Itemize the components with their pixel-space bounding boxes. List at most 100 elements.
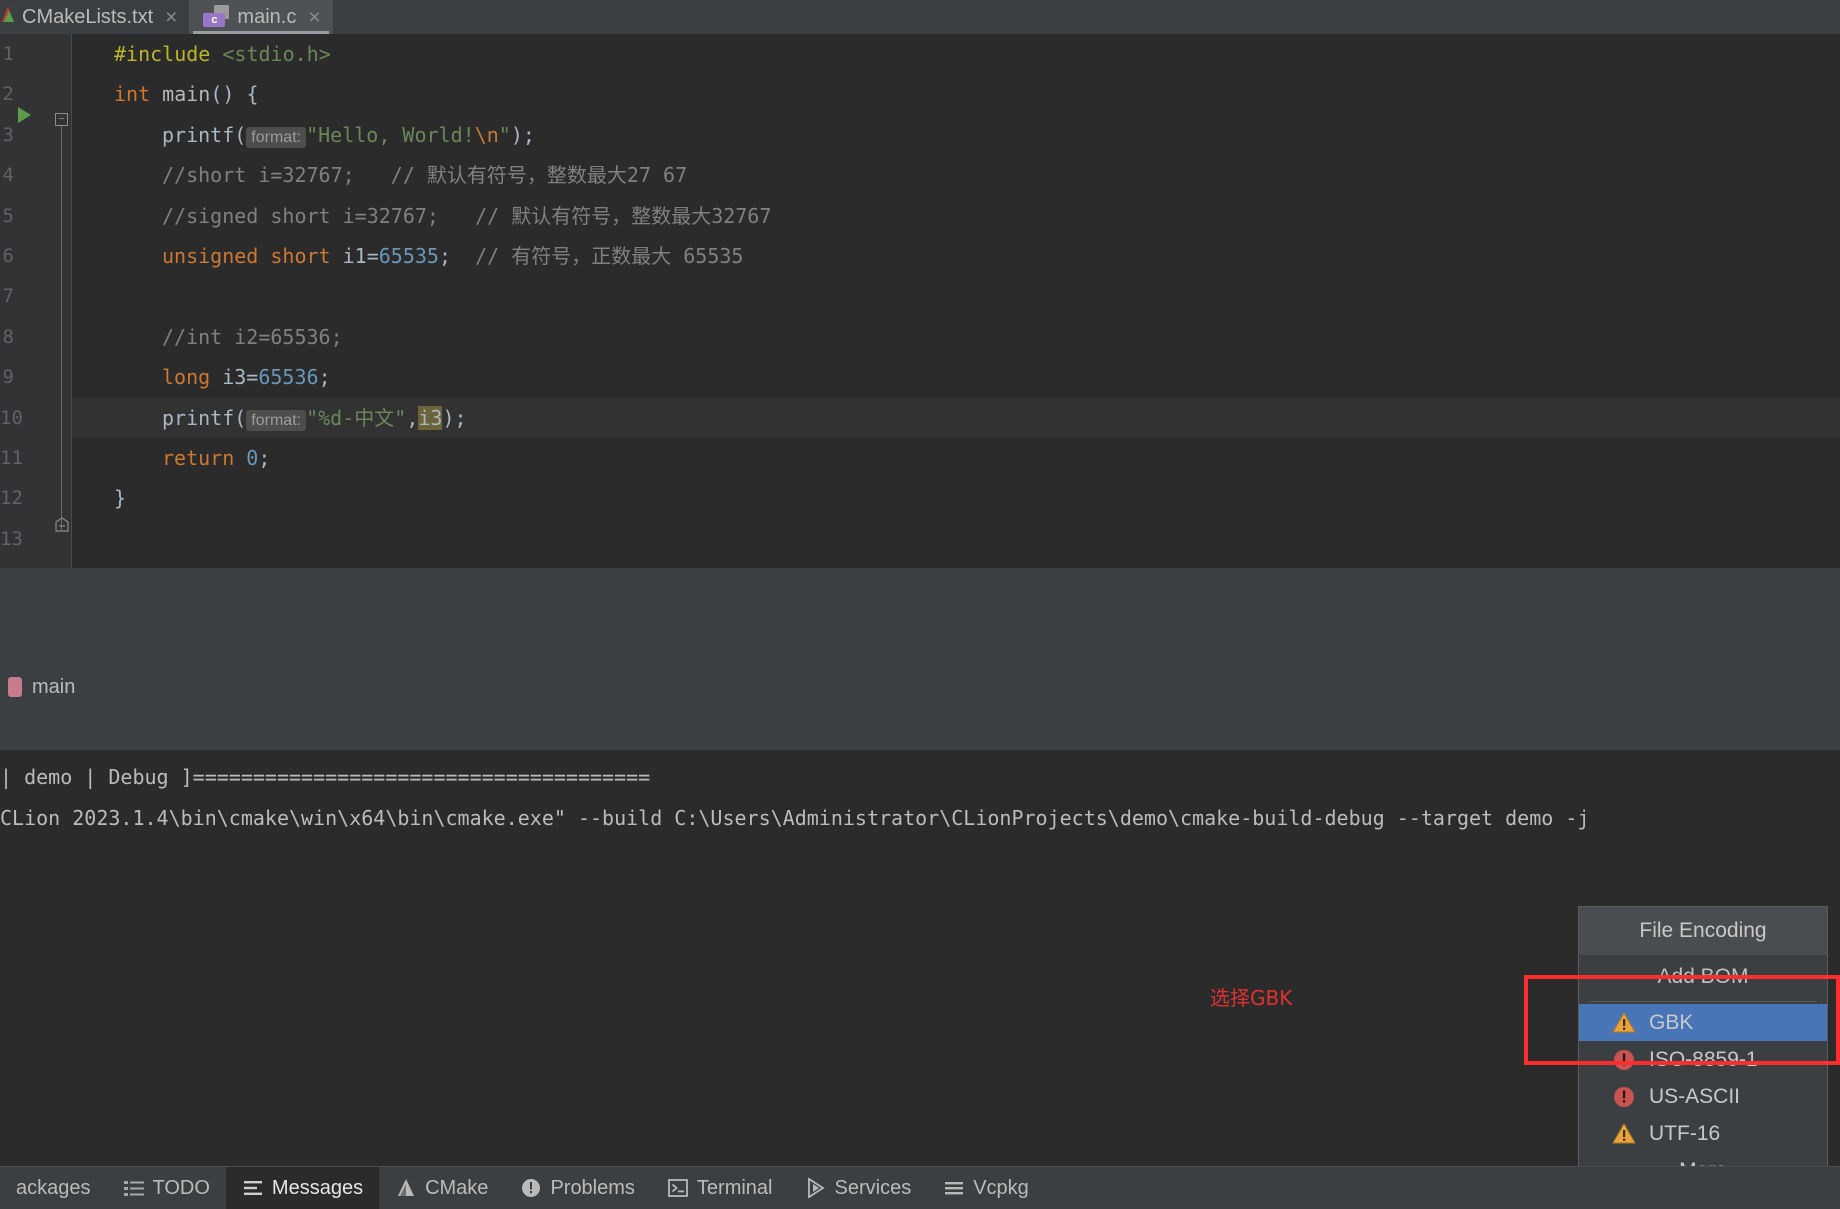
tool-tab-cmake[interactable]: CMake <box>379 1167 504 1209</box>
code-token: //int i2=65536; <box>162 324 343 349</box>
terminal-icon <box>667 1177 689 1199</box>
menu-item-gbk[interactable]: GBK <box>1579 1004 1827 1041</box>
fold-end-icon[interactable] <box>55 517 69 532</box>
tool-tab-terminal[interactable]: Terminal <box>651 1167 789 1209</box>
services-play-icon <box>805 1177 827 1199</box>
tool-label: TODO <box>152 1176 210 1199</box>
code-line[interactable]: return 0; <box>72 438 1840 478</box>
line-number: 3 <box>2 123 14 146</box>
line-number: 11 <box>0 446 23 469</box>
code-line[interactable]: #include <stdio.h> <box>72 34 1840 74</box>
code-token: long <box>162 365 211 390</box>
close-icon[interactable]: × <box>165 7 177 28</box>
problems-circle-icon <box>520 1177 542 1199</box>
run-arrow-icon[interactable] <box>18 107 31 123</box>
code-token: 65535 <box>378 243 439 268</box>
fold-collapse-icon[interactable]: − <box>55 113 68 126</box>
code-line[interactable]: //int i2=65536; <box>72 317 1840 357</box>
close-icon[interactable]: × <box>308 7 320 28</box>
line-number: 12 <box>0 487 23 510</box>
tool-tab-todo[interactable]: TODO <box>107 1167 226 1209</box>
code-content[interactable]: #include <stdio.h> int main() {printf(for… <box>72 34 1840 568</box>
code-token: unsigned short <box>162 243 331 268</box>
code-token: #include <box>114 42 211 66</box>
cmake-file-icon <box>0 4 16 24</box>
code-token: i1= <box>330 243 379 268</box>
file-encoding-popup[interactable]: File Encoding Add BOM GBK ISO-8859-1 US-… <box>1578 906 1828 1190</box>
code-token: \n <box>474 122 499 147</box>
line-number: 2 <box>2 83 14 106</box>
warning-triangle-icon <box>1611 1121 1637 1147</box>
menu-separator <box>1589 1001 1817 1002</box>
line-number: 8 <box>2 325 14 348</box>
line-number: 10 <box>0 406 23 429</box>
add-bom-item[interactable]: Add BOM <box>1579 955 1827 999</box>
code-token: // 有符号，正数最大 65535 <box>451 243 744 268</box>
code-token: ); <box>442 405 467 430</box>
code-token: 65536 <box>258 365 319 390</box>
code-token: //short i=32767; // 默认有符号，整数最大27 67 <box>162 163 688 188</box>
line-number-column: 1 2 3 4 5 6 7 8 9 10 11 12 13 <box>0 34 23 559</box>
tab-label: main.c <box>237 5 297 28</box>
menu-item-us-ascii[interactable]: US-ASCII <box>1579 1078 1827 1115</box>
function-marker-icon <box>8 677 22 697</box>
tool-label: Problems <box>550 1176 635 1199</box>
tool-tab-problems[interactable]: Problems <box>504 1167 650 1209</box>
cmake-triangle-icon <box>395 1177 417 1199</box>
line-number: 6 <box>2 244 14 267</box>
breadcrumb[interactable]: main <box>0 668 1840 706</box>
code-token: ; <box>318 365 331 390</box>
code-line[interactable]: unsigned short i1=65535; // 有符号，正数最大 655… <box>72 236 1840 276</box>
console-line-2: CLion 2023.1.4\bin\cmake\win\x64\bin\cma… <box>0 806 1590 830</box>
line-number: 7 <box>2 285 14 308</box>
code-token: printf( <box>162 122 247 147</box>
code-line[interactable]: int main() { <box>72 74 1840 114</box>
error-circle-icon <box>1611 1084 1637 1110</box>
code-line[interactable] <box>72 276 1840 316</box>
menu-item-label: ISO-8859-1 <box>1649 1047 1758 1071</box>
tool-tab-services[interactable]: Services <box>789 1167 928 1209</box>
tool-tab-messages[interactable]: Messages <box>225 1167 380 1209</box>
line-number: 13 <box>0 527 23 550</box>
code-line[interactable]: long i3=65536; <box>72 357 1840 397</box>
fold-guide-line <box>61 126 62 530</box>
popup-title: File Encoding <box>1579 907 1827 955</box>
code-token: main <box>162 82 211 107</box>
tool-tab-vcpkg[interactable]: Vcpkg <box>927 1167 1045 1209</box>
tool-label: ackages <box>16 1176 91 1199</box>
code-token: format: <box>246 409 307 431</box>
tab-main-c[interactable]: c main.c × <box>189 0 333 34</box>
tool-window-bar: ackages TODO Messages CMake Problems Ter… <box>0 1166 1840 1209</box>
hamburger-icon <box>943 1177 965 1199</box>
tool-label: Messages <box>271 1176 364 1199</box>
menu-item-label: UTF-16 <box>1649 1121 1721 1145</box>
code-line[interactable]: printf(format: "Hello, World!\n"); <box>72 115 1840 155</box>
tab-cmakelists[interactable]: CMakeLists.txt × <box>0 0 189 34</box>
code-line[interactable]: //short i=32767; // 默认有符号，整数最大27 67 <box>72 155 1840 195</box>
line-number: 9 <box>2 366 14 389</box>
build-console[interactable]: | demo | Debug ]========================… <box>0 706 1840 1166</box>
code-line[interactable]: printf(format: "%d-中文",i3); <box>72 397 1840 438</box>
code-editor[interactable]: 1 2 3 4 5 6 7 8 9 10 11 12 13 − #include <stdio.h> in… <box>0 34 1840 568</box>
line-number: 5 <box>2 204 14 227</box>
code-line[interactable]: //signed short i=32767; // 默认有符号，整数最大327… <box>72 196 1840 236</box>
menu-item-utf-16[interactable]: UTF-16 <box>1579 1115 1827 1152</box>
tool-label: Vcpkg <box>973 1176 1029 1199</box>
code-line[interactable]: } <box>72 478 1840 518</box>
editor-gutter[interactable]: 1 2 3 4 5 6 7 8 9 10 11 12 13 − <box>0 34 72 568</box>
code-token: format: <box>246 126 307 148</box>
editor-tab-bar: CMakeLists.txt × c main.c × <box>0 0 1840 34</box>
code-token: //signed short i=32767; // 默认有符号，整数最大327… <box>162 203 772 228</box>
messages-icon <box>242 1177 264 1199</box>
console-toolstrip <box>0 706 1840 750</box>
code-token: "%d-中文" <box>306 405 407 430</box>
code-token: , <box>406 405 419 430</box>
code-token: 0 <box>246 445 259 470</box>
code-token: ; <box>258 445 271 470</box>
code-token: "Hello, World! <box>306 122 475 147</box>
c-file-icon: c <box>203 5 230 27</box>
tool-tab-packages[interactable]: ackages <box>0 1167 107 1209</box>
code-token: () { <box>210 82 259 107</box>
code-token: int <box>114 82 151 107</box>
menu-item-iso-8859-1[interactable]: ISO-8859-1 <box>1579 1041 1827 1078</box>
